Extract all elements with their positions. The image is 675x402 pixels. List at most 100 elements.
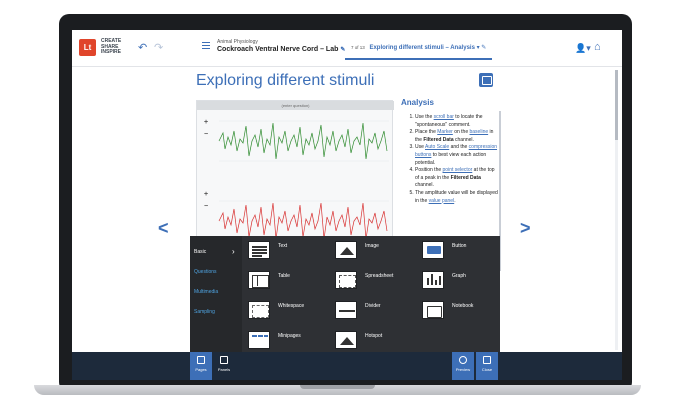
step-text: and the (449, 144, 469, 151)
tile-text[interactable]: Text (248, 241, 320, 263)
notebook-icon (422, 301, 444, 319)
picker-categories: Basic › Questions Multimedia Sampling (190, 236, 242, 356)
marker-link[interactable]: Marker (437, 129, 453, 135)
step-text: channel. (453, 136, 474, 143)
page-tab[interactable]: 7 of 13 Exploring different stimuli – An… (345, 40, 493, 60)
preview-label: Preview (455, 367, 471, 372)
panels-button[interactable]: Panels (213, 352, 235, 380)
analysis-step: Position the point selector at the top o… (415, 167, 499, 190)
chevron-right-icon[interactable]: › (232, 247, 235, 256)
analysis-step: The amplitude value will be displayed in… (415, 190, 499, 205)
scroll-bar-link[interactable]: scroll bar (434, 114, 454, 120)
tile-label: Graph (452, 273, 466, 279)
tile-button[interactable]: Button (422, 241, 494, 263)
eye-icon (459, 356, 467, 364)
whitespace-icon (248, 301, 270, 319)
value-panel-link[interactable]: value panel (429, 198, 455, 204)
step-text: The amplitude value will be displayed in… (415, 189, 498, 204)
tile-spreadsheet[interactable]: Spreadsheet (335, 271, 407, 293)
tile-notebook[interactable]: Notebook (422, 301, 494, 323)
step-text: . (454, 197, 456, 204)
forward-arrow-icon[interactable]: ↷ (154, 41, 163, 54)
divider-icon (335, 301, 357, 319)
tile-graph[interactable]: Graph (422, 271, 494, 293)
step-text: Use (415, 144, 426, 151)
category-basic[interactable]: Basic (194, 249, 206, 255)
step-emphasis: Filtered Data (450, 174, 481, 181)
course-title[interactable]: Cockroach Ventral Nerve Cord – Lab ✎ (217, 46, 345, 53)
panel-picker: Basic › Questions Multimedia Sampling Te… (190, 236, 500, 356)
course-title-text: Cockroach Ventral Nerve Cord – Lab (217, 46, 339, 53)
top-bar: Lt CREATE SHARE INSPIRE ↶ ↷ Animal Physi… (72, 30, 622, 67)
notebook-icon[interactable] (479, 73, 493, 87)
logo-tagline: CREATE SHARE INSPIRE (101, 38, 131, 56)
scrollbar-thumb[interactable] (615, 70, 618, 140)
tile-divider[interactable]: Divider (335, 301, 407, 323)
pencil-icon[interactable]: ✎ (481, 45, 486, 51)
course-subtitle: Animal Physiology (217, 39, 258, 45)
category-questions[interactable]: Questions (194, 269, 217, 275)
logo[interactable]: Lt (79, 39, 96, 56)
filtered-data-channel (218, 200, 389, 242)
analysis-step: Place the Marker on the baseline in the … (415, 129, 499, 144)
app-screen: Lt CREATE SHARE INSPIRE ↶ ↷ Animal Physi… (72, 30, 622, 380)
tile-image[interactable]: Image (335, 241, 407, 263)
tile-hotspot[interactable]: Hotspot (335, 331, 407, 353)
auto-scale-link[interactable]: Auto Scale (425, 144, 449, 150)
user-icon[interactable]: 👤▾ (575, 43, 591, 54)
tile-table[interactable]: Table (248, 271, 320, 293)
baseline-link[interactable]: baseline (470, 129, 489, 135)
pages-icon (197, 356, 205, 364)
home-icon[interactable]: ⌂ (594, 41, 601, 53)
page-title: Exploring different stimuli (196, 72, 375, 89)
step-emphasis: Filtered Data (423, 136, 454, 143)
next-page-arrow-icon[interactable]: > (520, 218, 531, 239)
raw-data-channel (218, 120, 389, 162)
analysis-step: Use the scroll bar to locate the "sponta… (415, 114, 499, 129)
step-text: Use the (415, 114, 434, 120)
close-label: Close (481, 367, 493, 372)
tile-label: Divider (365, 303, 381, 309)
category-multimedia[interactable]: Multimedia (194, 289, 218, 295)
tile-label: Spreadsheet (365, 273, 394, 279)
pages-label: Pages (195, 367, 207, 372)
category-sampling[interactable]: Sampling (194, 309, 215, 315)
pages-button[interactable]: Pages (190, 352, 212, 380)
minipages-icon (248, 331, 270, 349)
tile-label: Text (278, 243, 288, 249)
bottom-bar: Pages Panels Preview Close (72, 352, 622, 380)
tile-label: Notebook (452, 303, 474, 309)
analysis-step: Use Auto Scale and the compression butto… (415, 144, 499, 167)
close-button[interactable]: Close (476, 352, 498, 380)
tile-label: Image (365, 243, 379, 249)
tile-minipages[interactable]: Minipages (248, 331, 320, 353)
tile-label: Table (278, 273, 290, 279)
graph-icon (422, 271, 444, 289)
previous-page-arrow-icon[interactable]: < (158, 218, 169, 239)
tile-label: Button (452, 243, 467, 249)
page-number: 7 of 13 (351, 45, 365, 50)
analysis-steps: Use the scroll bar to locate the "sponta… (406, 114, 499, 205)
preview-button[interactable]: Preview (452, 352, 474, 380)
spreadsheet-icon (335, 271, 357, 289)
add-panel-icon (220, 356, 228, 364)
button-icon (422, 241, 444, 259)
tile-whitespace[interactable]: Whitespace (248, 301, 320, 323)
point-selector-link[interactable]: point selector (443, 167, 473, 173)
hotspot-icon (335, 331, 357, 349)
step-text: Place the (415, 129, 438, 136)
step-text: channel. (415, 182, 434, 189)
image-icon (335, 241, 357, 259)
step-text: on the (452, 129, 470, 136)
tile-label: Hotspot (365, 333, 383, 339)
text-icon (248, 241, 270, 259)
tagline-line: INSPIRE (101, 49, 122, 55)
laptop-notch (300, 385, 375, 389)
chevron-down-icon[interactable]: ▾ (477, 45, 480, 51)
back-arrow-icon[interactable]: ↶ (138, 41, 147, 54)
page-tab-label: Exploring different stimuli – Analysis (369, 45, 475, 51)
menu-icon[interactable] (202, 42, 210, 50)
close-icon (483, 356, 491, 364)
step-text: Position the (415, 167, 443, 174)
panels-label: Panels (217, 367, 231, 372)
